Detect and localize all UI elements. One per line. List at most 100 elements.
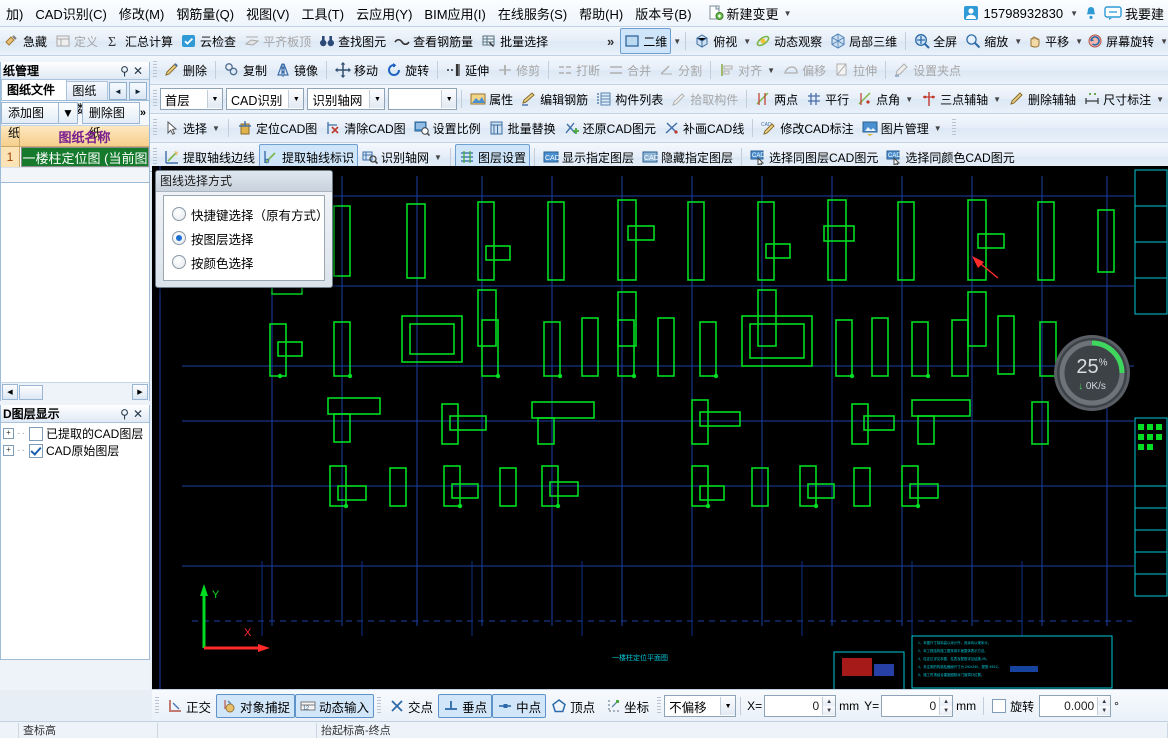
layer-checkbox-extracted[interactable] — [29, 426, 43, 441]
tool-two-point[interactable]: 两点 — [751, 87, 802, 111]
menu-item-bim[interactable]: BIM应用(I) — [418, 1, 491, 26]
line-selection-mode-dialog[interactable]: 图线选择方式 快捷键选择（原有方式） 按图层选择 按颜色选择 — [155, 170, 333, 288]
tool-recognize-axis-chevron-down-icon[interactable]: ▼ — [434, 153, 442, 162]
table-row[interactable]: 1 一楼柱定位图 (当前图 — [1, 147, 149, 168]
tab-drawing-file-list[interactable]: 图纸文件列表 — [1, 79, 68, 117]
y-coordinate-stepper[interactable]: ▲ ▼ — [881, 695, 954, 717]
add-drawing-button[interactable]: 添加图纸 — [1, 102, 59, 140]
tool-screen-rotate[interactable]: 屏幕旋转 — [1083, 29, 1158, 53]
menu-item-modify[interactable]: 修改(M) — [113, 1, 171, 26]
expander-icon-2[interactable]: + — [3, 445, 14, 456]
tool-rotate[interactable]: 旋转 — [382, 58, 433, 82]
tool-dimension[interactable]: 尺寸标注 ▼ — [1080, 87, 1168, 111]
tool-stretch[interactable]: 拉伸 — [830, 58, 881, 82]
tool-cloud-check[interactable]: 云检查 — [177, 29, 240, 53]
module-select-chevron-down-icon[interactable]: ▼ — [288, 90, 304, 108]
drawing-list-hscrollbar[interactable]: ◀ ▶ — [0, 382, 150, 401]
tool-pan[interactable]: 平移 — [1022, 29, 1073, 53]
tool-dimension-chevron-down-icon[interactable]: ▼ — [1156, 95, 1164, 104]
tool-select-chevron-down-icon[interactable]: ▼ — [212, 124, 220, 133]
add-drawing-chevron-down-icon[interactable]: ▼ — [58, 102, 78, 124]
y-spin-up[interactable]: ▲ — [940, 697, 953, 706]
tool-set-grip[interactable]: 设置夹点 — [890, 58, 965, 82]
tool-batch-select[interactable]: 批量选择 — [477, 29, 552, 53]
tool-delete-aux-axis[interactable]: 删除辅轴 — [1005, 87, 1080, 111]
tool-view-rebar-qty[interactable]: 查看钢筋量 — [390, 29, 477, 53]
offset-mode-chevron-down-icon[interactable]: ▼ — [720, 697, 736, 715]
extra-select[interactable]: ▼ — [388, 88, 458, 110]
menu-item-help[interactable]: 帮助(H) — [573, 1, 629, 26]
tool-screen-rotate-chevron-down-icon[interactable]: ▼ — [1160, 37, 1168, 46]
tool-move[interactable]: 移动 — [331, 58, 382, 82]
radio-shortcut-select[interactable]: 快捷键选择（原有方式） — [172, 202, 329, 226]
function-select-chevron-down-icon[interactable]: ▼ — [369, 90, 385, 108]
radio-icon-0[interactable] — [172, 207, 186, 221]
radio-by-color-select[interactable]: 按颜色选择 — [172, 250, 324, 274]
tool-hide[interactable]: 急藏 — [0, 29, 51, 53]
tab-drawing-floor[interactable]: 图纸楼] — [66, 81, 108, 116]
tool-parallel[interactable]: 平行 — [802, 87, 853, 111]
radio-icon-2[interactable] — [172, 255, 186, 269]
tool-delete[interactable]: 删除 — [160, 58, 211, 82]
x-spin-down[interactable]: ▼ — [823, 706, 836, 715]
snap-perpendicular[interactable]: 垂点 — [438, 694, 493, 718]
tool-2d-chevron-down-icon[interactable]: ▼ — [673, 37, 681, 46]
x-spin-up[interactable]: ▲ — [823, 697, 836, 706]
snap-intersection[interactable]: 交点 — [384, 695, 438, 717]
tool-batch-replace[interactable]: 批量替换 — [485, 116, 560, 140]
tool-point-angle-chevron-down-icon[interactable]: ▼ — [905, 95, 913, 104]
tool-top-view-chevron-down-icon[interactable]: ▼ — [743, 37, 751, 46]
tool-merge[interactable]: 合并 — [604, 58, 655, 82]
radio-icon-1[interactable] — [172, 231, 186, 245]
function-select[interactable]: 识别轴网 ▼ — [307, 88, 386, 110]
tool-restore-cad[interactable]: 还原CAD图元 — [560, 116, 660, 140]
tool-define[interactable]: 定义 — [51, 29, 102, 53]
tool-three-point-axis[interactable]: 三点辅轴 ▼ — [917, 87, 1005, 111]
tool-set-scale[interactable]: 设置比例 — [410, 116, 485, 140]
hscroll-left-arrow[interactable]: ◀ — [2, 384, 18, 400]
tool-zoom-chevron-down-icon[interactable]: ▼ — [1014, 37, 1022, 46]
tool-component-list[interactable]: 构件列表 — [592, 87, 667, 111]
tool-trim[interactable]: 修剪 — [493, 58, 544, 82]
tool-find-element[interactable]: 查找图元 — [315, 29, 390, 53]
tool-pick-component[interactable]: 拾取构件 — [667, 87, 742, 111]
tool-split[interactable]: 分割 — [655, 58, 706, 82]
tool-properties[interactable]: 属性 — [466, 87, 517, 111]
download-progress-widget[interactable]: 25% ↓ 0K/s — [1057, 338, 1127, 408]
tool-modify-cad-dim[interactable]: CAD 修改CAD标注 — [757, 116, 857, 140]
tool-break[interactable]: 打断 — [553, 58, 604, 82]
hscroll-right-arrow[interactable]: ▶ — [132, 384, 148, 400]
tab-prev-button[interactable]: ◄ — [109, 82, 127, 100]
tool-pan-chevron-down-icon[interactable]: ▼ — [1075, 37, 1083, 46]
floor-select-chevron-down-icon[interactable]: ▼ — [206, 90, 222, 108]
menu-item-version[interactable]: 版本号(B) — [629, 1, 697, 26]
snap-coordinate[interactable]: 坐标 — [600, 695, 654, 717]
module-select[interactable]: CAD识别 ▼ — [225, 88, 305, 110]
rotate-checkbox[interactable] — [992, 699, 1007, 713]
radio-by-layer-select[interactable]: 按图层选择 — [172, 226, 324, 250]
account-chevron-down-icon[interactable]: ▼ — [1070, 9, 1078, 18]
delete-drawing-button[interactable]: 删除图纸 — [81, 102, 140, 140]
tool-top-view[interactable]: 俯视 — [690, 29, 741, 53]
snap-midpoint[interactable]: 中点 — [492, 694, 547, 718]
menu-item-online-service[interactable]: 在线服务(S) — [492, 1, 573, 26]
x-coordinate-stepper[interactable]: ▲ ▼ — [764, 695, 837, 717]
toggle-ortho[interactable]: 正交 — [162, 695, 216, 717]
tool-clear-cad[interactable]: 清除CAD图 — [321, 116, 409, 140]
menu-item-rebar[interactable]: 钢筋量(Q) — [170, 1, 240, 26]
tool-three-point-axis-chevron-down-icon[interactable]: ▼ — [993, 95, 1001, 104]
tool-select[interactable]: 选择 ▼ — [160, 116, 224, 140]
menu-item-tools[interactable]: 工具(T) — [295, 1, 350, 26]
rotate-stepper[interactable]: ▲ ▼ — [1039, 695, 1112, 717]
toolbar1-overflow-button[interactable]: » — [601, 34, 620, 49]
toggle-object-snap[interactable]: 对象捕捉 — [216, 694, 296, 718]
tool-extend[interactable]: 延伸 — [442, 58, 493, 82]
snap-vertex[interactable]: 顶点 — [546, 695, 600, 717]
tab-next-button[interactable]: ► — [129, 82, 147, 100]
tool-local-3d[interactable]: 局部三维 — [826, 29, 901, 53]
pin-icon[interactable]: ⚲ — [120, 64, 129, 78]
layer-node-extracted[interactable]: + ·· 已提取的CAD图层 — [1, 425, 149, 442]
layer-node-original[interactable]: + ·· CAD原始图层 — [1, 442, 149, 459]
rotate-spin-down[interactable]: ▼ — [1098, 706, 1111, 715]
tool-summary-calc[interactable]: Σ 汇总计算 — [102, 29, 177, 53]
